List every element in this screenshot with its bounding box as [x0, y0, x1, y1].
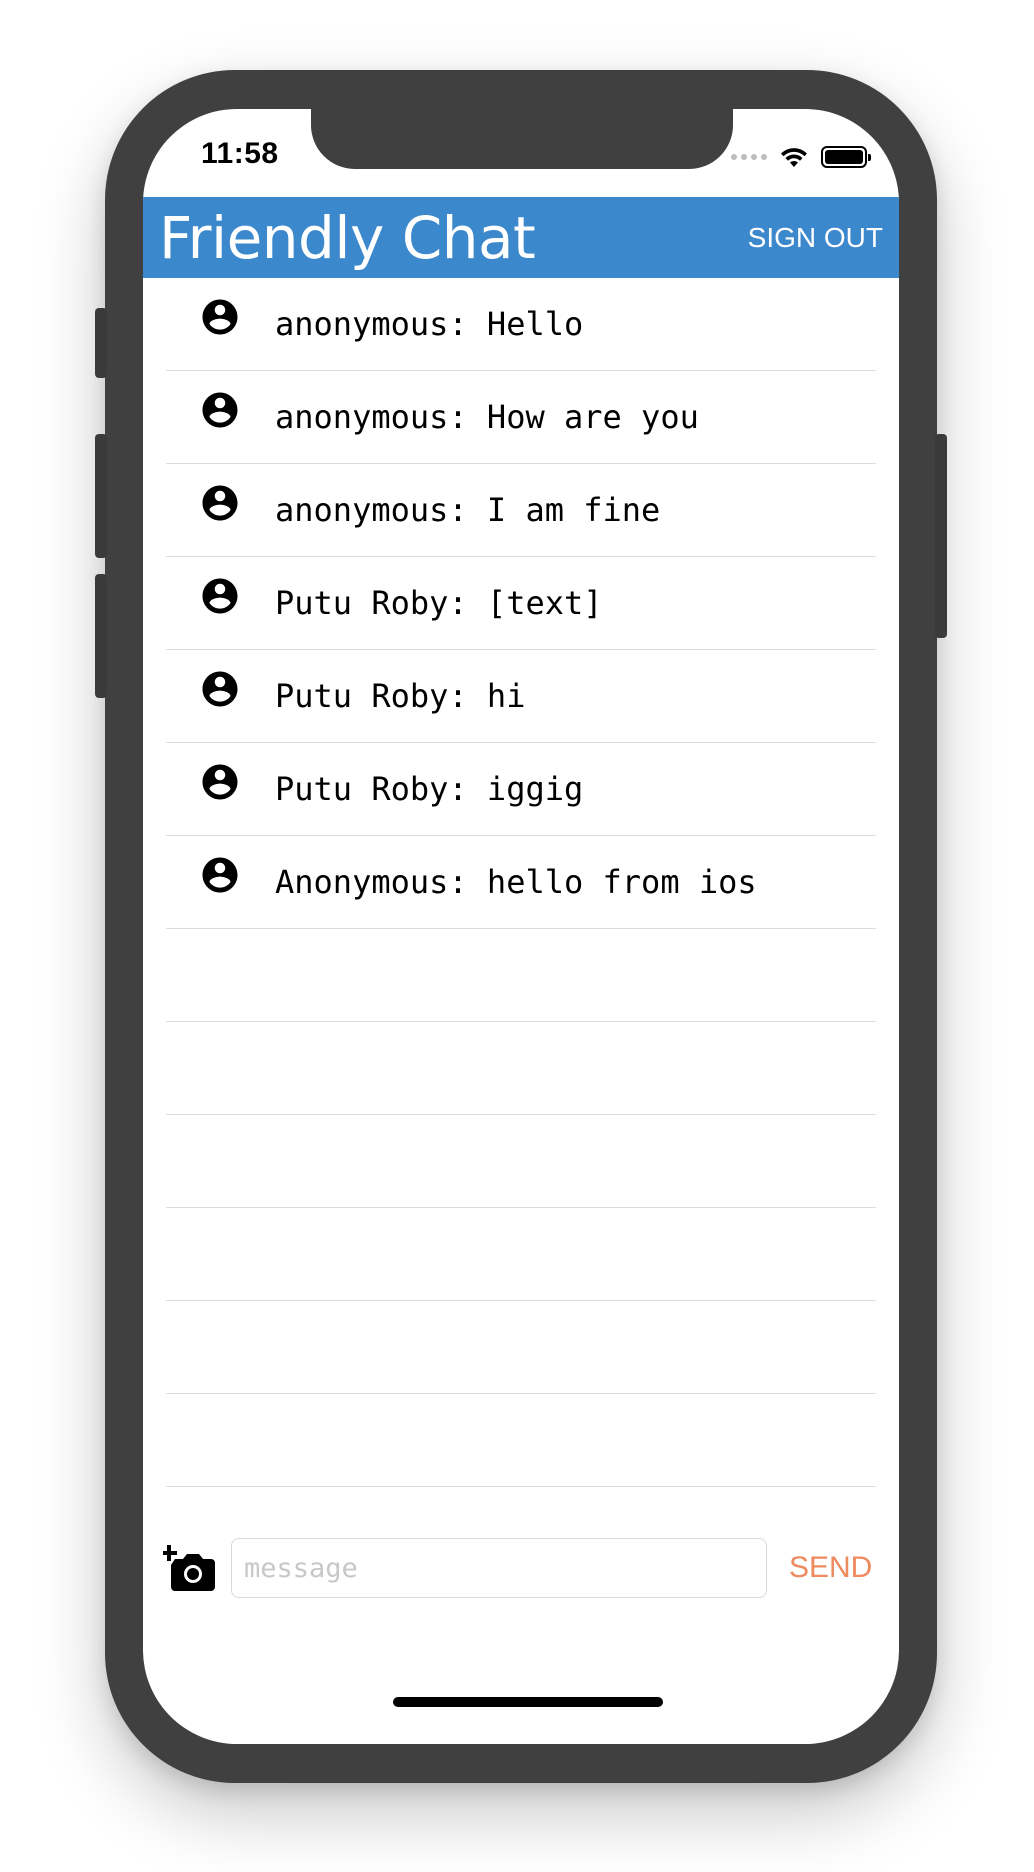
message-text: Anonymous: hello from ios — [275, 863, 757, 901]
sign-out-button[interactable]: SIGN OUT — [748, 222, 883, 254]
volume-down-button — [95, 574, 107, 698]
app-title: Friendly Chat — [159, 203, 536, 272]
message-input[interactable] — [231, 1538, 767, 1598]
empty-row — [166, 1301, 876, 1394]
empty-row — [166, 929, 876, 1022]
message-composer: SEND — [163, 1537, 879, 1599]
volume-up-button — [95, 434, 107, 558]
message-row: Putu Roby: hi — [166, 650, 876, 743]
send-button[interactable]: SEND — [789, 1551, 872, 1585]
home-indicator — [393, 1697, 663, 1707]
app-bar: Friendly Chat SIGN OUT — [143, 197, 899, 278]
add-a-photo-icon[interactable] — [163, 1543, 215, 1593]
message-text: anonymous: Hello — [275, 305, 584, 343]
battery-icon — [821, 146, 871, 168]
message-row: Putu Roby: [text] — [166, 557, 876, 650]
phone-frame: 11:58 Friendly Chat SIGN OUT anonymous: … — [95, 70, 947, 1783]
mute-switch — [95, 308, 107, 378]
message-text: anonymous: I am fine — [275, 491, 661, 529]
account-circle-icon — [202, 857, 238, 893]
notch — [311, 109, 733, 169]
empty-row — [166, 1022, 876, 1115]
empty-row — [166, 1394, 876, 1487]
message-text: Putu Roby: hi — [275, 677, 526, 715]
message-list[interactable]: anonymous: Hello anonymous: How are you an… — [166, 278, 876, 1487]
message-row: Anonymous: hello from ios — [166, 836, 876, 929]
account-circle-icon — [202, 392, 238, 428]
cellular-signal-icon — [731, 154, 767, 160]
account-circle-icon — [202, 299, 238, 335]
message-text: Putu Roby: [text] — [275, 584, 603, 622]
account-circle-icon — [202, 578, 238, 614]
message-row: anonymous: Hello — [166, 278, 876, 371]
empty-row — [166, 1208, 876, 1301]
account-circle-icon — [202, 671, 238, 707]
message-row: anonymous: How are you — [166, 371, 876, 464]
message-row: Putu Roby: iggig — [166, 743, 876, 836]
message-text: Putu Roby: iggig — [275, 770, 584, 808]
account-circle-icon — [202, 485, 238, 521]
status-icons — [731, 145, 871, 169]
power-button — [935, 434, 947, 638]
message-text: anonymous: How are you — [275, 398, 699, 436]
message-row: anonymous: I am fine — [166, 464, 876, 557]
status-time: 11:58 — [201, 137, 279, 170]
screen: 11:58 Friendly Chat SIGN OUT anonymous: … — [143, 109, 899, 1744]
account-circle-icon — [202, 764, 238, 800]
wifi-icon — [781, 148, 807, 167]
empty-row — [166, 1115, 876, 1208]
